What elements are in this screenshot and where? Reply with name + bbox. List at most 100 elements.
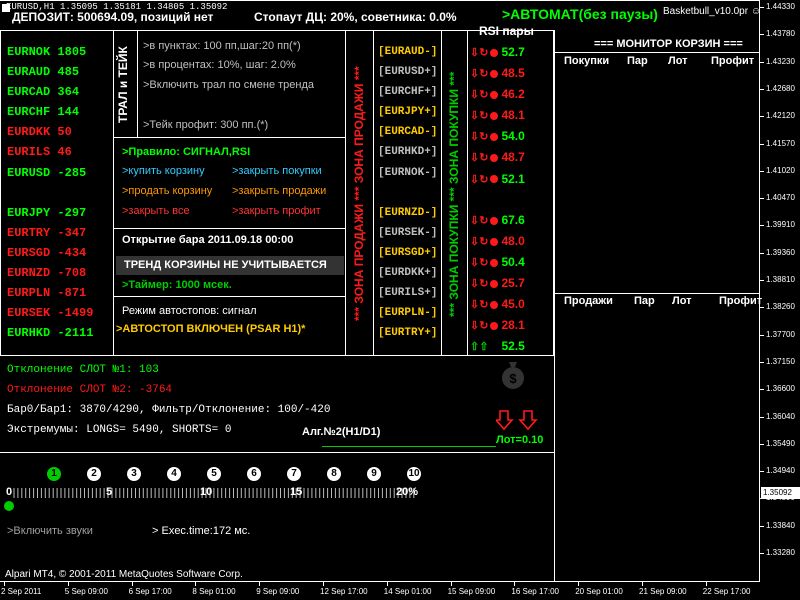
sell-basket-button[interactable]: >продать корзину	[122, 185, 212, 197]
zone-pair-button[interactable]: [EURCHF+]	[378, 82, 437, 102]
close-profit-button[interactable]: >закрыть профит	[232, 205, 321, 217]
monitor-split	[554, 293, 759, 294]
time-tick-label: 9 Sep 09:00	[256, 587, 300, 596]
stats-bottom-line	[0, 452, 554, 453]
rsi-header: RSI пары	[479, 24, 534, 38]
current-price-tag: 1.35092	[761, 487, 800, 499]
price-tick	[760, 225, 764, 227]
zone-pair-button[interactable]: [EURNZD-]	[378, 203, 437, 223]
rsi-value: 28.1	[501, 318, 525, 333]
signal-arrow-icon: ⇩↻	[470, 278, 489, 291]
take-profit-button[interactable]: >Тейк профит: 300 пп.(*)	[143, 119, 268, 131]
trail-percent-button[interactable]: >в процентах: 10%, шаг: 2.0%	[143, 59, 296, 71]
price-tick-label: 1.36040	[766, 411, 795, 421]
sounds-toggle[interactable]: >Включить звуки	[7, 525, 93, 537]
pair-balance-row: EURSEK -1499	[7, 303, 93, 323]
monitor-title: === МОНИТОР КОРЗИН ===	[594, 38, 743, 50]
auto-mode-button[interactable]: >АВТОМАТ(без паузы)	[502, 6, 658, 22]
stopout-label: Стопаут ДЦ: 20%, советника: 0.0%	[254, 10, 457, 24]
pair-balance-row: EURNOK 1805	[7, 42, 93, 62]
zone-pair-button[interactable]: [EURCAD-]	[378, 122, 437, 142]
trail-points-button[interactable]: >в пунктах: 100 пп,шаг:20 пп(*)	[143, 40, 301, 52]
scale-label-5: 5	[106, 486, 113, 498]
zone-pair-button[interactable]: [EURAUD-]	[378, 42, 437, 62]
close-all-button[interactable]: >закрыть все	[122, 205, 190, 217]
zone-pair-button[interactable]: [EURPLN-]	[378, 303, 437, 323]
pair-balance-row: EURHKD -2111	[7, 323, 93, 343]
time-tick	[642, 582, 643, 586]
price-tick	[760, 416, 764, 418]
col-sell: Продажи	[564, 295, 613, 307]
rsi-dot-icon	[490, 300, 499, 309]
pair-balance: -708	[50, 266, 87, 281]
divider-trail-label	[137, 30, 138, 137]
time-tick-label: 6 Sep 17:00	[128, 587, 172, 596]
zone-pair-button[interactable]: [EURNOK-]	[378, 163, 437, 183]
autostop-on-button[interactable]: >АВТОСТОП ВКЛЮЧЕН (PSAR H1)*	[116, 323, 305, 335]
rsi-value: 67.6	[501, 212, 525, 227]
zone-pair-button[interactable]: [EURSEK-]	[378, 223, 437, 243]
zone-pair-button[interactable]: [EURJPY+]	[378, 102, 437, 122]
signal-arrow-icon: ⇩↻	[470, 320, 489, 333]
exec-time: > Exec.time:172 мс.	[152, 525, 251, 537]
zone-pair-button[interactable]: [EURTRY+]	[378, 323, 437, 343]
rsi-value: 54.0	[501, 129, 525, 144]
rsi-value: 52.5	[501, 339, 525, 354]
signal-arrow-icon: ⇩↻	[470, 235, 489, 248]
zone-pair-button[interactable]: [EURDKK+]	[378, 263, 437, 283]
zone-pair-button[interactable]: [EURHKD+]	[378, 142, 437, 162]
buy-basket-button[interactable]: >купить корзину	[122, 165, 205, 177]
price-tick-label: 1.33280	[766, 548, 795, 557]
rsi-dot-icon	[490, 69, 499, 78]
time-tick	[67, 582, 69, 586]
zone-pair-button[interactable]: [EURUSD+]	[378, 62, 437, 82]
pair-name: EURCAD	[7, 85, 51, 100]
lot-underline	[322, 446, 496, 447]
zone-pair-button[interactable]: [EURILS+]	[378, 283, 437, 303]
price-tick-label: 1.43230	[766, 56, 795, 66]
signal-arrow-icon: ⇧⇧	[470, 341, 489, 354]
time-tick-label: 21 Sep 09:00	[639, 587, 687, 596]
pair-name: EURJPY	[7, 205, 51, 220]
rule-button[interactable]: >Правило: СИГНАЛ,RSI	[122, 146, 250, 158]
pair-name: EURSEK	[7, 306, 51, 321]
time-tick-label: 14 Sep 01:00	[383, 587, 432, 596]
rsi-dot-icon	[490, 112, 499, 121]
down-arrows-icon	[496, 410, 538, 431]
time-tick	[705, 582, 707, 586]
close-sells-button[interactable]: >закрыть продажи	[232, 185, 326, 197]
pair-balance-row: EURCHF 144	[7, 102, 93, 122]
pair-balance: -434	[50, 245, 87, 260]
price-tick-label: 1.39360	[766, 247, 795, 257]
price-tick	[760, 525, 764, 527]
trail-trend-button[interactable]: >Включить трал по смене тренда	[143, 79, 314, 91]
price-tick-label: 1.34940	[766, 466, 795, 476]
signal-arrow-icon: ⇩↻	[470, 89, 489, 102]
time-tick	[195, 582, 197, 586]
time-tick	[4, 582, 5, 586]
price-tick	[760, 280, 764, 281]
rsi-row: ⇧⇧ 52.5	[470, 336, 525, 357]
pair-name: EURPLN	[7, 286, 51, 301]
step-marker-8: 8	[327, 467, 341, 481]
deposit-marker-icon	[2, 4, 10, 12]
trail-take-label: ТРАЛ и ТЕЙК	[116, 46, 130, 124]
rsi-row: ⇩↻ 25.7	[470, 273, 525, 294]
rsi-dot-icon	[490, 237, 499, 246]
deposit-label: ДЕПОЗИТ: 500694.09, позиций нет	[12, 10, 214, 24]
zone-pair-button[interactable]: [EURSGD+]	[378, 243, 437, 263]
step-marker-3: 3	[127, 467, 141, 481]
pair-balance: -871	[50, 286, 87, 301]
col-profit: Профит	[719, 295, 763, 307]
rsi-dot-icon	[490, 216, 499, 225]
rsi-row: ⇩↻ 48.5	[470, 63, 525, 84]
price-tick	[760, 334, 764, 336]
scale-label-10: 10	[200, 486, 213, 498]
price-tick-label: 1.38810	[766, 275, 795, 284]
price-tick-label: 1.38260	[766, 302, 795, 312]
close-buys-button[interactable]: >закрыть покупки	[232, 165, 322, 177]
copyright: Alpari MT4, © 2001-2011 MetaQuotes Softw…	[5, 569, 243, 580]
time-tick	[131, 582, 133, 586]
timer-button[interactable]: >Таймер: 1000 мсек.	[122, 279, 232, 291]
signal-arrow-icon: ⇩↻	[470, 110, 489, 123]
